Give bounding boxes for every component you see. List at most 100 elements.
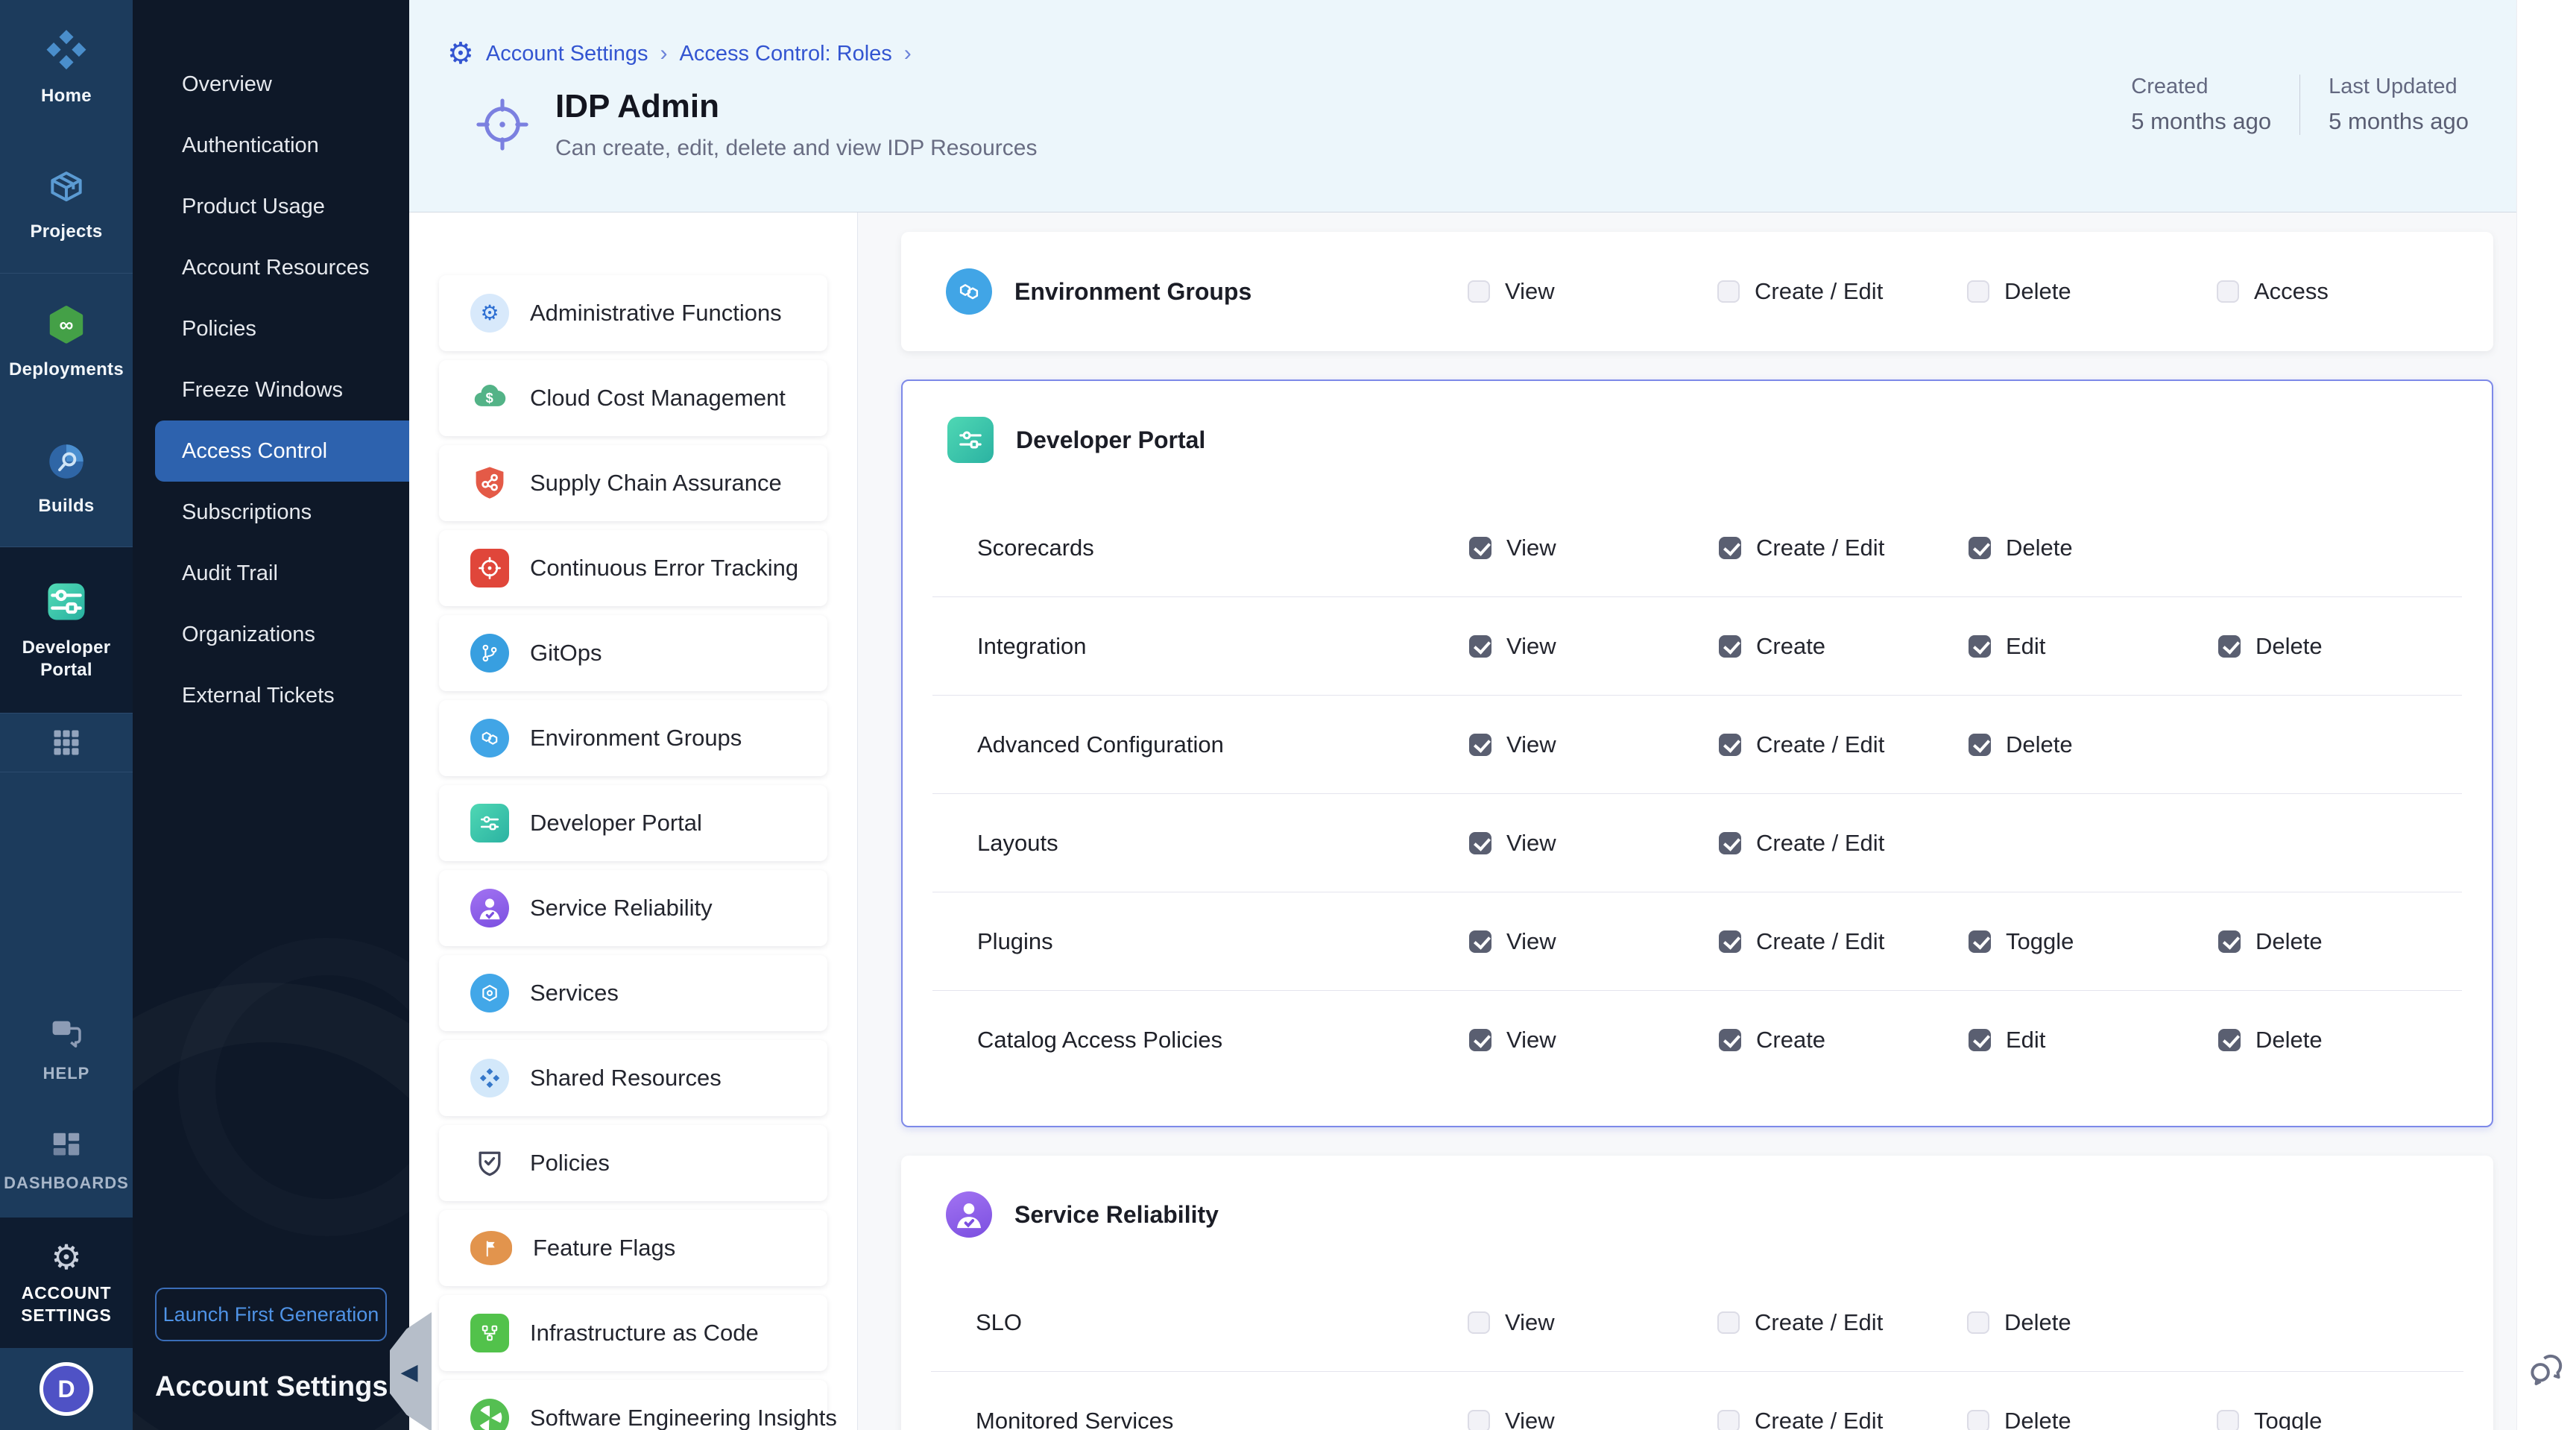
page-subtitle: Can create, edit, delete and view IDP Re… xyxy=(555,136,1037,161)
resource-item-cloud-cost-management[interactable]: $ Cloud Cost Management xyxy=(439,360,827,436)
checkbox[interactable] xyxy=(1719,734,1741,756)
settings-sidebar: Overview Authentication Product Usage Ac… xyxy=(133,0,409,1430)
apps-grid-icon xyxy=(50,726,83,759)
checkbox[interactable] xyxy=(1719,930,1741,953)
rail-item-label: Projects xyxy=(30,221,102,243)
permission-row-scorecards: Scorecards View Create / Edit Delete xyxy=(903,499,2492,596)
checkbox[interactable] xyxy=(2218,635,2241,658)
rail-item-account-settings[interactable]: ⚙ ACCOUNT SETTINGS xyxy=(0,1218,133,1348)
checkbox[interactable] xyxy=(1468,1410,1490,1430)
checkbox[interactable] xyxy=(2218,930,2241,953)
checkbox[interactable] xyxy=(1469,537,1491,559)
checkbox[interactable] xyxy=(1468,1311,1490,1334)
checkbox[interactable] xyxy=(1967,1311,1989,1334)
sidebar-item-access-control[interactable]: Access Control xyxy=(155,421,409,482)
sidebar-item-organizations[interactable]: Organizations xyxy=(133,604,409,665)
permission-create-edit: Create / Edit xyxy=(1717,278,1967,305)
last-updated-meta: Last Updated 5 months ago xyxy=(2299,75,2497,135)
sidebar-item-overview[interactable]: Overview xyxy=(133,54,409,115)
checkbox[interactable] xyxy=(1967,1410,1989,1430)
sidebar-item-account-resources[interactable]: Account Resources xyxy=(133,237,409,298)
sidebar-item-policies[interactable]: Policies xyxy=(133,298,409,359)
checkbox[interactable] xyxy=(1469,635,1491,658)
resource-item-software-engineering-insights[interactable]: Software Engineering Insights xyxy=(439,1380,827,1430)
checkbox[interactable] xyxy=(1719,832,1741,854)
checkbox[interactable] xyxy=(1967,280,1989,303)
resource-item-services[interactable]: Services xyxy=(439,955,827,1031)
resource-item-continuous-error-tracking[interactable]: Continuous Error Tracking xyxy=(439,530,827,606)
chevron-right-icon: › xyxy=(904,41,912,66)
environment-groups-icon xyxy=(946,268,992,315)
checkbox[interactable] xyxy=(1969,1029,1991,1051)
rail-item-home[interactable]: Home xyxy=(0,0,133,136)
rail-item-label: Home xyxy=(41,85,92,107)
resource-category-list: ⚙ Administrative Functions $ Cloud Cost … xyxy=(409,212,857,1430)
projects-icon xyxy=(45,167,87,209)
checkbox[interactable] xyxy=(1468,280,1490,303)
svg-text:∞: ∞ xyxy=(60,313,74,336)
sidebar-item-external-tickets[interactable]: External Tickets xyxy=(133,665,409,726)
infrastructure-as-code-icon xyxy=(470,1314,509,1352)
support-chat-icon[interactable] xyxy=(2526,1349,2568,1391)
policies-icon xyxy=(470,1144,509,1182)
resource-item-supply-chain-assurance[interactable]: Supply Chain Assurance xyxy=(439,445,827,521)
resource-item-administrative-functions[interactable]: ⚙ Administrative Functions xyxy=(439,275,827,351)
launch-first-generation-button[interactable]: Launch First Generation xyxy=(155,1288,387,1341)
checkbox[interactable] xyxy=(1469,930,1491,953)
svg-text:$: $ xyxy=(485,390,493,406)
role-summary: IDP Admin Can create, edit, delete and v… xyxy=(472,88,1037,161)
checkbox[interactable] xyxy=(1719,537,1741,559)
rail-item-help[interactable]: ? HELP xyxy=(0,994,133,1106)
gear-icon: ⚙ xyxy=(51,1240,81,1274)
rail-item-developer-portal[interactable]: Developer Portal xyxy=(0,547,133,713)
software-engineering-insights-icon xyxy=(470,1399,509,1430)
breadcrumb-access-control-roles[interactable]: Access Control: Roles xyxy=(680,42,892,66)
svg-text:?: ? xyxy=(58,1021,66,1035)
sidebar-item-product-usage[interactable]: Product Usage xyxy=(133,176,409,237)
sidebar-item-freeze-windows[interactable]: Freeze Windows xyxy=(133,359,409,421)
permission-row-catalog-access-policies: Catalog Access Policies View Create Edit… xyxy=(903,991,2492,1089)
breadcrumb-account-settings[interactable]: Account Settings xyxy=(486,42,648,66)
home-icon xyxy=(45,30,88,73)
user-avatar[interactable]: D xyxy=(40,1362,93,1416)
checkbox[interactable] xyxy=(2217,1410,2239,1430)
service-reliability-icon xyxy=(470,889,509,927)
sidebar-item-authentication[interactable]: Authentication xyxy=(133,115,409,176)
checkbox[interactable] xyxy=(1717,1410,1740,1430)
sidebar-item-audit-trail[interactable]: Audit Trail xyxy=(133,543,409,604)
rail-item-projects[interactable]: Projects xyxy=(0,136,133,273)
resource-item-service-reliability[interactable]: Service Reliability xyxy=(439,870,827,946)
checkbox[interactable] xyxy=(2218,1029,2241,1051)
resource-item-gitops[interactable]: GitOps xyxy=(439,615,827,691)
resource-item-policies[interactable]: Policies xyxy=(439,1125,827,1201)
checkbox[interactable] xyxy=(1717,280,1740,303)
rail-item-builds[interactable]: Builds xyxy=(0,410,133,547)
checkbox[interactable] xyxy=(1969,537,1991,559)
rail-item-apps[interactable] xyxy=(0,713,133,772)
resource-item-feature-flags[interactable]: Feature Flags xyxy=(439,1210,827,1286)
resource-item-infrastructure-as-code[interactable]: Infrastructure as Code xyxy=(439,1295,827,1371)
checkbox[interactable] xyxy=(1969,635,1991,658)
sidebar-footer-title: Account Settings xyxy=(133,1371,409,1403)
page-header: ⚙ Account Settings › Access Control: Rol… xyxy=(409,0,2516,212)
resource-item-developer-portal[interactable]: Developer Portal xyxy=(439,785,827,861)
service-reliability-icon xyxy=(946,1191,992,1238)
checkbox[interactable] xyxy=(2217,280,2239,303)
breadcrumb: ⚙ Account Settings › Access Control: Rol… xyxy=(447,39,912,69)
checkbox[interactable] xyxy=(1969,930,1991,953)
checkbox[interactable] xyxy=(1969,734,1991,756)
rail-item-dashboards[interactable]: DASHBOARDS xyxy=(0,1106,133,1218)
permission-row-monitored-services: Monitored Services View Create / Edit De… xyxy=(901,1372,2493,1430)
rail-item-deployments[interactable]: ∞ Deployments xyxy=(0,274,133,410)
checkbox[interactable] xyxy=(1719,1029,1741,1051)
sidebar-item-subscriptions[interactable]: Subscriptions xyxy=(133,482,409,543)
resource-item-shared-resources[interactable]: Shared Resources xyxy=(439,1040,827,1116)
permission-row-layouts: Layouts View Create / Edit xyxy=(903,794,2492,892)
checkbox[interactable] xyxy=(1469,1029,1491,1051)
checkbox[interactable] xyxy=(1719,635,1741,658)
checkbox[interactable] xyxy=(1469,832,1491,854)
checkbox[interactable] xyxy=(1469,734,1491,756)
role-permissions-content: ⚙ Administrative Functions $ Cloud Cost … xyxy=(409,212,2516,1430)
checkbox[interactable] xyxy=(1717,1311,1740,1334)
resource-item-environment-groups[interactable]: Environment Groups xyxy=(439,700,827,776)
